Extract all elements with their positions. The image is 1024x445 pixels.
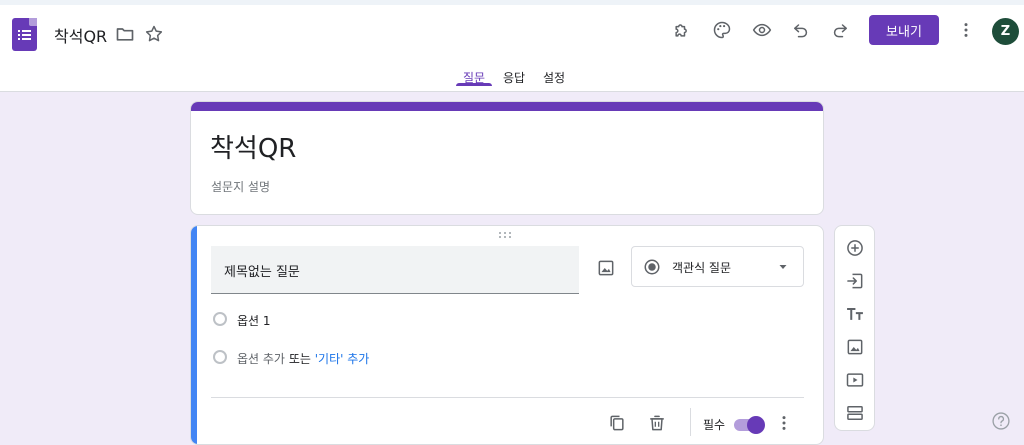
question-more-vert-icon[interactable] (770, 409, 798, 437)
question-footer-divider (211, 397, 804, 398)
tab-questions[interactable]: 질문 (463, 69, 485, 95)
required-toggle-knob[interactable] (747, 416, 765, 434)
add-image-side-icon[interactable] (845, 337, 865, 357)
help-icon[interactable] (991, 411, 1011, 431)
floating-toolbar (834, 225, 875, 431)
add-section-icon[interactable] (845, 403, 865, 423)
add-option-radio-icon (213, 350, 227, 364)
theme-accent-bar (191, 102, 823, 111)
question-title-text: 제목없는 질문 (224, 265, 300, 280)
more-vert-icon[interactable] (952, 16, 980, 44)
addon-puzzle-icon[interactable] (668, 16, 696, 44)
add-question-icon[interactable] (845, 238, 865, 258)
add-video-icon[interactable] (845, 370, 865, 390)
required-label: 필수 (703, 418, 726, 432)
question-type-dropdown[interactable]: 객관식 질문 (631, 246, 804, 287)
option-1-input[interactable]: 옵션 1 (237, 312, 271, 329)
add-option-row: 옵션 추가 또는 '기타' 추가 (237, 350, 369, 367)
footer-separator (690, 408, 691, 436)
option-radio-icon (213, 312, 227, 326)
delete-trash-icon[interactable] (643, 409, 671, 437)
drag-handle-icon[interactable] (499, 232, 515, 240)
folder-icon[interactable] (111, 20, 139, 48)
send-button[interactable]: 보내기 (869, 15, 939, 45)
radio-checked-icon (644, 259, 660, 275)
chevron-down-icon (779, 265, 787, 269)
add-other-link[interactable]: '기타' 추가 (315, 352, 370, 366)
tab-bar: 질문 응답 설정 (0, 61, 1024, 87)
undo-icon[interactable] (787, 16, 815, 44)
duplicate-icon[interactable] (603, 409, 631, 437)
add-title-text-icon[interactable] (845, 304, 865, 324)
add-image-icon[interactable] (592, 254, 620, 282)
palette-icon[interactable] (708, 16, 736, 44)
import-questions-icon[interactable] (845, 271, 865, 291)
form-description[interactable]: 설문지 설명 (211, 178, 270, 195)
avatar[interactable]: Z (992, 18, 1019, 45)
add-option-link[interactable]: 옵션 추가 (237, 352, 285, 366)
forms-logo-icon[interactable] (12, 18, 37, 51)
star-icon[interactable] (140, 20, 168, 48)
question-card[interactable]: 제목없는 질문 객관식 질문 옵션 1 옵션 추가 또는 '기타' 추가 필수 (190, 225, 824, 445)
form-title[interactable]: 착석QR (210, 128, 296, 165)
add-option-or: 또는 (288, 352, 311, 366)
preview-eye-icon[interactable] (748, 16, 776, 44)
redo-icon[interactable] (826, 16, 854, 44)
active-tab-indicator (456, 83, 492, 86)
form-title-card[interactable]: 착석QR 설문지 설명 (190, 101, 824, 215)
document-title[interactable]: 착석QR (54, 23, 107, 47)
question-type-label: 객관식 질문 (672, 261, 732, 275)
question-title-input[interactable]: 제목없는 질문 (211, 246, 579, 294)
tab-settings[interactable]: 설정 (543, 69, 565, 95)
active-question-indicator (191, 226, 197, 444)
tab-responses[interactable]: 응답 (503, 69, 525, 95)
